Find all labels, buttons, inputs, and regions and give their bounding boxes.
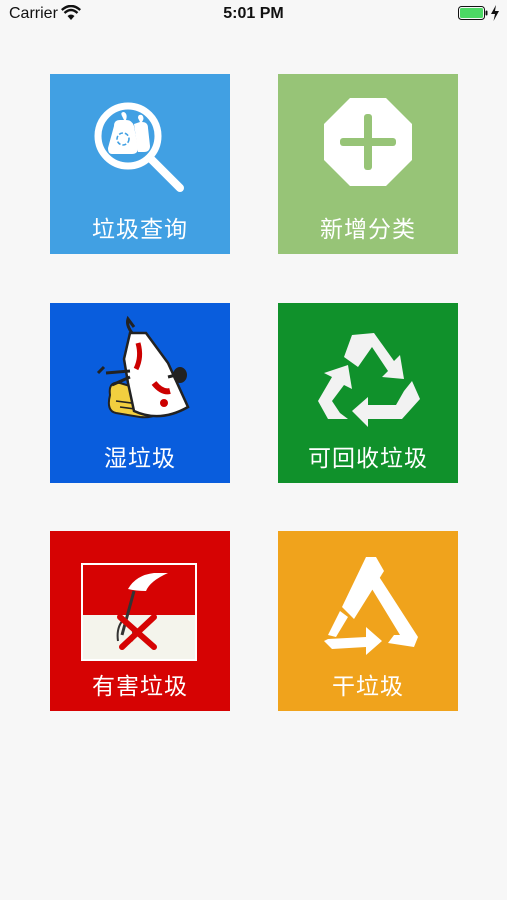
recycle-icon (318, 333, 420, 427)
tile-dry-garbage[interactable]: 干垃圾 (278, 531, 458, 711)
search-bag-icon (94, 102, 184, 192)
battery-icon (458, 6, 488, 20)
tile-wet-garbage[interactable]: 湿垃圾 (50, 303, 230, 483)
tile-add-category[interactable]: 新增分类 (278, 74, 458, 254)
tile-hazardous-garbage[interactable]: 有害垃圾 (50, 531, 230, 711)
tile-recyclable-garbage[interactable]: 可回收垃圾 (278, 303, 458, 483)
residual-triangle-icon (324, 557, 418, 655)
clock: 5:01 PM (223, 5, 284, 22)
tile-label: 垃圾查询 (92, 217, 188, 243)
tile-label: 可回收垃圾 (308, 446, 428, 472)
hazardous-flag-icon (81, 563, 197, 661)
plus-octagon-icon (324, 98, 412, 186)
tile-label: 有害垃圾 (92, 674, 188, 700)
food-waste-icon (96, 315, 190, 419)
status-bar: Carrier 5:01 PM (0, 0, 507, 28)
tile-label: 湿垃圾 (104, 446, 176, 472)
tile-garbage-query[interactable]: 垃圾查询 (50, 74, 230, 254)
tile-label: 干垃圾 (332, 674, 404, 700)
charging-bolt-icon (491, 5, 499, 21)
tile-label: 新增分类 (320, 217, 416, 243)
